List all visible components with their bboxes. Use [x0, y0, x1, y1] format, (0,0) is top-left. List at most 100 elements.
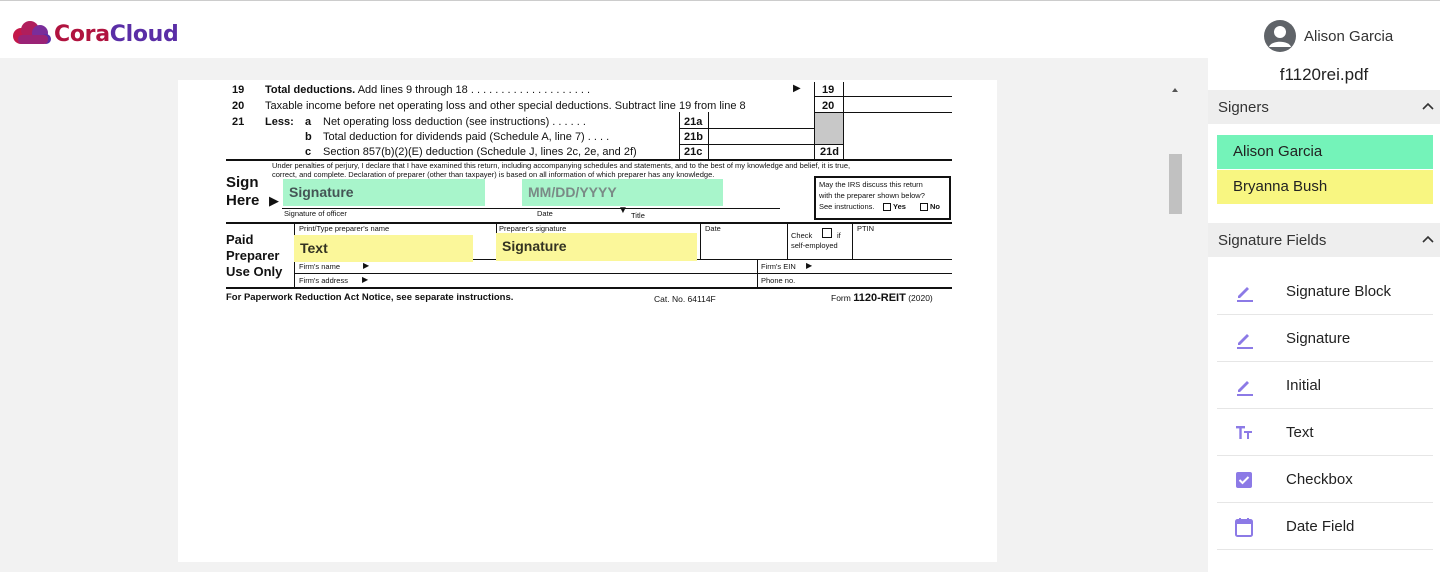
arrow-down-icon: ▼: [618, 205, 628, 216]
document-page[interactable]: 19 Total deductions. Add lines 9 through…: [178, 80, 997, 562]
arrow-right-icon: ▶: [793, 83, 801, 94]
field-date[interactable]: Date Field: [1217, 503, 1433, 550]
placed-signature-field[interactable]: Signature: [283, 179, 485, 206]
placed-signature-field[interactable]: Signature: [496, 233, 697, 261]
field-signature-block[interactable]: Signature Block: [1217, 268, 1433, 315]
line-20-text: Taxable income before net operating loss…: [265, 100, 746, 112]
divider: [814, 96, 952, 97]
line-21a-letter: a: [305, 116, 312, 128]
pencil-icon: [1237, 334, 1253, 349]
line-21b-box: 21b: [684, 131, 703, 143]
firm-name-label: Firm's name: [299, 262, 341, 271]
firm-address-label: Firm's address: [299, 276, 348, 285]
yes-checkbox[interactable]: [883, 203, 891, 211]
line-21-less: Less:: [265, 116, 294, 128]
paid-preparer-label: Use Only: [226, 264, 283, 279]
sign-here-label: Here: [226, 192, 260, 209]
paid-preparer-label: Preparer: [226, 248, 280, 263]
check-label: Check: [791, 231, 813, 240]
no-label: No: [930, 202, 940, 211]
line-20-number: 20: [232, 100, 245, 112]
paperwork-notice: For Paperwork Reduction Act Notice, see …: [226, 292, 514, 303]
line-21b-letter: b: [305, 131, 312, 143]
divider: [226, 287, 952, 289]
placed-text-field[interactable]: Text: [294, 235, 473, 262]
sign-here-label: Sign: [226, 174, 259, 191]
signature-of-officer-label: Signature of officer: [284, 209, 347, 218]
paid-preparer-label: Paid: [226, 232, 254, 247]
field-label: Checkbox: [1286, 470, 1353, 488]
perjury-text: Under penalties of perjury, I declare th…: [272, 161, 851, 170]
placed-date-field[interactable]: MM/DD/YYYY: [522, 179, 723, 206]
preparer-name-label: Print/Type preparer's name: [299, 224, 390, 233]
date-label: Date: [537, 209, 553, 218]
arrow-right-icon: ▶: [362, 275, 369, 284]
self-employed-label: self-employed: [791, 241, 838, 250]
file-name: f1120rei.pdf: [1279, 65, 1369, 84]
divider: [679, 144, 843, 145]
divider: [843, 82, 844, 160]
signer-bryanna-bush[interactable]: Bryanna Bush: [1217, 170, 1433, 204]
line-20-box: 20: [822, 100, 835, 112]
cloud-logo-icon: [13, 21, 51, 44]
signer-alison-garcia[interactable]: Alison Garcia: [1217, 135, 1433, 169]
arrow-right-icon: ▶: [806, 261, 813, 270]
user-avatar-icon: [1269, 26, 1291, 47]
line-21c-box: 21c: [684, 146, 703, 158]
calendar-icon: [1235, 518, 1253, 537]
document-viewer[interactable]: 19 Total deductions. Add lines 9 through…: [0, 58, 1208, 572]
field-label: Text: [1286, 423, 1314, 441]
divider: [679, 112, 680, 160]
field-label: Initial: [1286, 376, 1322, 394]
tax-form: 19 Total deductions. Add lines 9 through…: [226, 82, 952, 322]
line-21c-letter: c: [305, 146, 312, 158]
preparer-date-label: Date: [705, 224, 721, 233]
if-label: if: [837, 231, 841, 240]
ptin-label: PTIN: [857, 224, 875, 233]
yes-label: Yes: [893, 202, 906, 211]
divider: [787, 223, 788, 259]
irs-discuss-text: May the IRS discuss this return: [819, 180, 923, 189]
top-bar: CoraCloud Alison Garcia: [0, 0, 1440, 58]
form-id: Form 1120-REIT (2020): [831, 292, 933, 304]
preparer-signature-label: Preparer's signature: [499, 224, 567, 233]
avatar: [1264, 20, 1296, 52]
line-21-number: 21: [232, 116, 245, 128]
text-format-icon: [1236, 426, 1252, 439]
logo-text-cora: Cora: [54, 21, 110, 47]
cat-number: Cat. No. 64114F: [654, 294, 716, 304]
title-label: Title: [631, 211, 645, 220]
firm-ein-label: Firm's EIN: [761, 262, 796, 271]
scroll-up-arrow-icon[interactable]: [1172, 88, 1178, 92]
divider: [708, 112, 709, 160]
checkbox-icon: [1236, 472, 1252, 488]
field-text[interactable]: Text: [1217, 409, 1433, 456]
pencil-icon: [1237, 381, 1253, 396]
user-menu[interactable]: Alison Garcia: [1264, 20, 1393, 52]
signers-section-header[interactable]: Signers: [1208, 90, 1440, 124]
coracloud-logo[interactable]: CoraCloud: [12, 21, 179, 47]
line-21a-text: Net operating loss deduction (see instru…: [323, 116, 586, 128]
perjury-text-2: correct, and complete. Declaration of pr…: [272, 170, 715, 179]
divider: [294, 273, 952, 274]
no-checkbox[interactable]: [920, 203, 928, 211]
line-19-text: Total deductions. Add lines 9 through 18…: [265, 84, 591, 96]
field-initial[interactable]: Initial: [1217, 362, 1433, 409]
line-21c-text: Section 857(b)(2)(E) deduction (Schedule…: [323, 146, 637, 158]
field-label: Date Field: [1286, 517, 1355, 535]
field-signature[interactable]: Signature: [1217, 315, 1433, 362]
scrollbar-thumb[interactable]: [1169, 154, 1182, 214]
chevron-up-icon[interactable]: [1422, 102, 1434, 110]
line-21d-box: 21d: [820, 146, 839, 158]
signature-fields-section-header[interactable]: Signature Fields: [1208, 223, 1440, 257]
sidebar: f1120rei.pdf Signers Alison Garcia Bryan…: [1208, 58, 1440, 572]
divider: [282, 208, 780, 209]
shaded-box: [815, 113, 843, 144]
phone-label: Phone no.: [761, 276, 796, 285]
field-checkbox[interactable]: Checkbox: [1217, 456, 1433, 503]
pencil-icon: [1237, 287, 1253, 302]
chevron-up-icon[interactable]: [1422, 235, 1434, 243]
field-label: Signature: [1286, 329, 1351, 347]
line-19-box: 19: [822, 84, 835, 96]
self-employed-checkbox[interactable]: [822, 228, 832, 238]
